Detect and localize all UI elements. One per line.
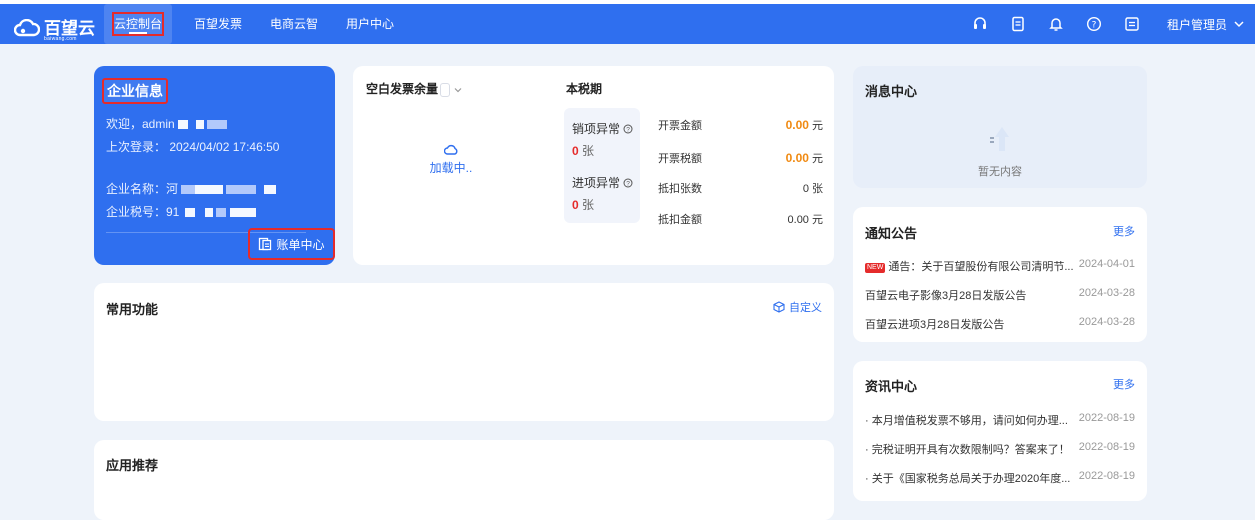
company-tax-text: 企业税号：91 — [106, 203, 257, 220]
common-functions-card: 常用功能 自定义 — [94, 283, 834, 421]
company-info-card: 企业信息 欢迎，admin 上次登录： 2024/04/02 17:46:50 … — [94, 66, 335, 265]
help-circle-icon: ? — [623, 178, 633, 188]
notice-more-link[interactable]: 更多 — [1113, 223, 1135, 239]
new-badge: NEW — [865, 263, 886, 273]
chevron-down-icon[interactable] — [453, 85, 463, 95]
nav-ecommerce[interactable]: 电商云智 — [256, 4, 332, 44]
invoice-type-select[interactable] — [440, 82, 451, 97]
empty-text: 暂无内容 — [978, 166, 1022, 178]
news-item[interactable]: · 本月增值税发票不够用，请问如何办理... 2022-08-19 — [865, 412, 1135, 428]
company-name-text: 企业名称：河 — [106, 180, 277, 197]
bell-icon[interactable] — [1047, 15, 1065, 33]
purchase-abnormal-label[interactable]: 进项异常 ? — [572, 174, 633, 191]
notice-item[interactable]: 百望云电子影像3月28日发版公告 2024-03-28 — [865, 287, 1135, 303]
help-circle-icon[interactable]: ? — [1085, 15, 1103, 33]
bill-icon — [259, 237, 272, 251]
abnormal-panel: 销项异常 ? 0 张 进项异常 ? 0 张 — [564, 108, 640, 223]
loading-indicator: 加载中.. — [426, 144, 476, 176]
notice-title: 通知公告 — [865, 226, 918, 241]
app-recommend-title: 应用推荐 — [106, 458, 159, 473]
message-center-card: 消息中心 暂无内容 — [853, 66, 1147, 188]
news-more-link[interactable]: 更多 — [1113, 376, 1135, 392]
user-menu[interactable]: 租户管理员 — [1167, 16, 1245, 33]
welcome-text: 欢迎，admin — [106, 115, 227, 132]
news-item[interactable]: · 完税证明开具有次数限制吗？答案来了！ 2022-08-19 — [865, 441, 1135, 457]
cloud-icon — [443, 144, 458, 155]
help-circle-icon: ? — [623, 124, 633, 134]
cube-icon — [773, 301, 785, 313]
news-title: 资讯中心 — [865, 379, 918, 394]
blank-invoice-label: 空白发票余量 — [366, 80, 463, 97]
customize-label: 自定义 — [789, 302, 822, 314]
brand-logo[interactable]: 百望云 baiwang.com — [14, 14, 95, 42]
stat-invoice-amount: 开票金额 0.00 元 — [658, 118, 823, 132]
stat-invoice-tax: 开票税额 0.00 元 — [658, 151, 823, 165]
nav-baiwang-invoice[interactable]: 百望发票 — [180, 4, 256, 44]
news-item[interactable]: · 关于《国家税务总局关于办理2020年度... 2022-08-19 — [865, 470, 1135, 486]
top-nav-bar: 百望云 baiwang.com 云控制台 百望发票 电商云智 用户中心 ? 租户… — [0, 4, 1255, 44]
tax-period-label: 本税期 — [566, 82, 603, 96]
nav-cloud-console[interactable]: 云控制台 — [104, 4, 173, 44]
customize-button[interactable]: 自定义 — [773, 299, 822, 315]
header-tools: ? 租户管理员 — [971, 4, 1245, 44]
stat-deduct-amount: 抵扣金额 0.00 元 — [658, 214, 823, 226]
user-name: 租户管理员 — [1166, 17, 1227, 32]
nav-user-center[interactable]: 用户中心 — [332, 4, 408, 44]
loading-text: 加载中.. — [429, 161, 473, 175]
news-card: 资讯中心 更多 · 本月增值税发票不够用，请问如何办理... 2022-08-19… — [853, 361, 1147, 501]
svg-text:?: ? — [627, 127, 631, 134]
cloud-logo-icon — [14, 19, 40, 37]
chevron-down-icon — [1234, 21, 1244, 28]
main-nav: 云控制台 百望发票 电商云智 用户中心 — [104, 4, 408, 44]
app-recommend-card: 应用推荐 — [94, 440, 834, 520]
svg-text:?: ? — [627, 181, 631, 188]
notice-item[interactable]: 百望云进项3月28日发版公告 2024-03-28 — [865, 316, 1135, 332]
invoice-summary-card: 空白发票余量 加载中.. 本税期 销项异常 ? 0 张 进项异常 ? 0 张 开… — [353, 66, 834, 265]
purchase-abnormal-count[interactable]: 0 张 — [572, 196, 594, 213]
support-headset-icon[interactable] — [971, 15, 989, 33]
bill-center-label: 账单中心 — [276, 237, 325, 252]
common-functions-title: 常用功能 — [106, 302, 159, 317]
last-login-text: 上次登录： 2024/04/02 17:46:50 — [106, 140, 280, 154]
message-center-title: 消息中心 — [865, 84, 918, 99]
company-info-title: 企业信息 — [102, 78, 168, 104]
notice-item[interactable]: NEW 通告：关于百望股份有限公司清明节... 2024-04-01 — [865, 258, 1135, 274]
sales-abnormal-count[interactable]: 0 张 — [572, 142, 594, 159]
stat-deduct-count: 抵扣张数 0 张 — [658, 183, 823, 195]
document-icon[interactable] — [1009, 15, 1027, 33]
switch-window-icon[interactable] — [1123, 15, 1141, 33]
bill-center-button[interactable]: 账单中心 — [248, 228, 335, 260]
sales-abnormal-label[interactable]: 销项异常 ? — [572, 120, 633, 137]
empty-box-icon — [990, 127, 1009, 151]
notice-card: 通知公告 更多 NEW 通告：关于百望股份有限公司清明节... 2024-04-01… — [853, 207, 1147, 342]
svg-text:?: ? — [1092, 20, 1097, 30]
